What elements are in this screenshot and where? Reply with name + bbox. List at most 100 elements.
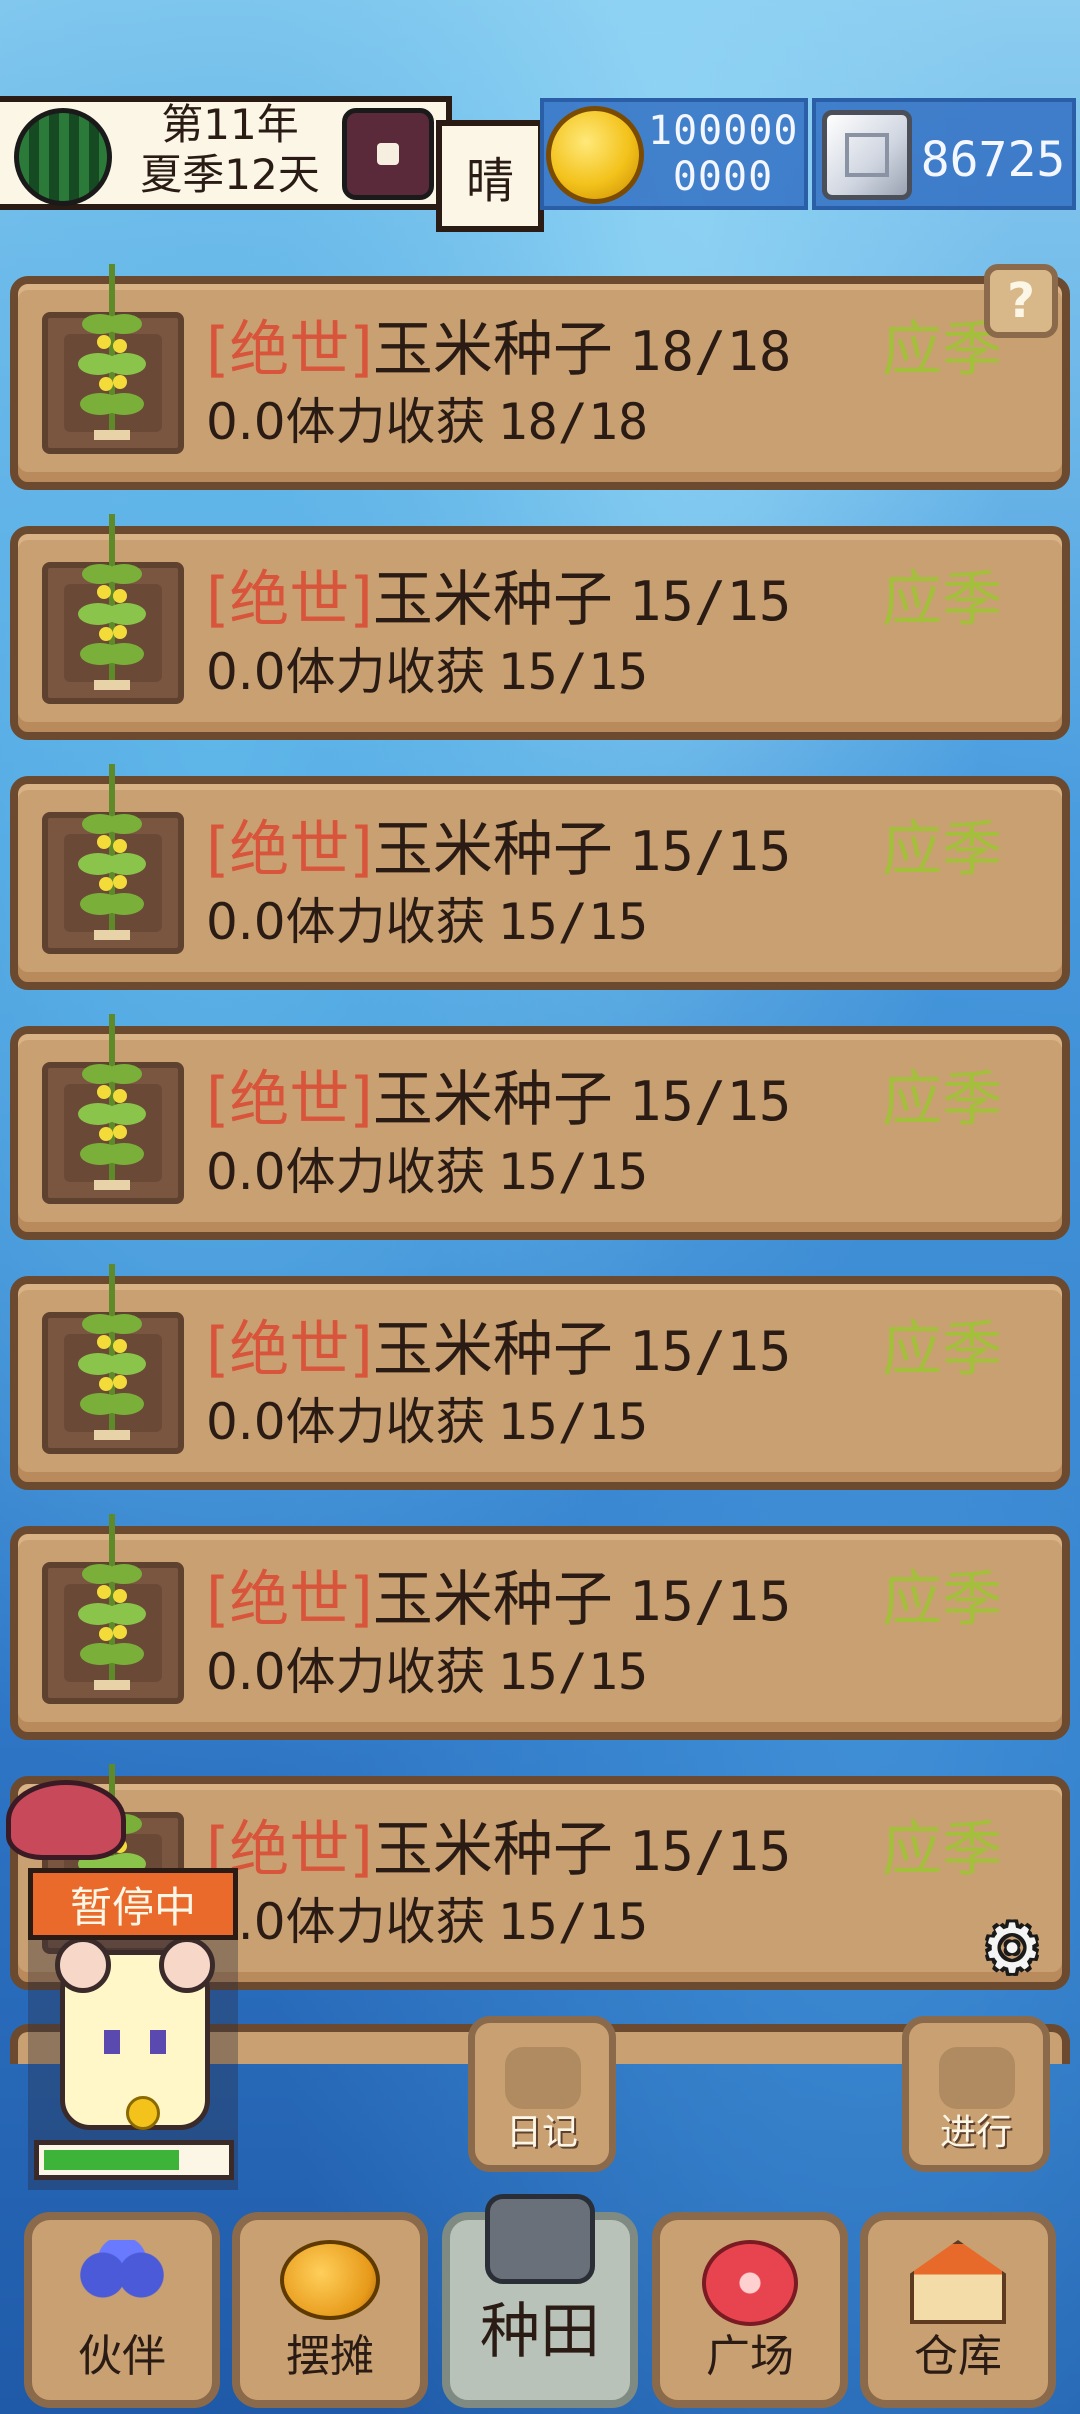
season-tag: 应季 bbox=[882, 1815, 1002, 1885]
corn-plant-icon bbox=[78, 264, 146, 440]
rarity-tag: [绝世] bbox=[206, 565, 373, 635]
harvest-info: 0.0体力收获 15/15 bbox=[206, 1640, 648, 1704]
crop-name: 玉米种子 bbox=[372, 815, 613, 885]
weather-label: 晴 bbox=[436, 120, 544, 232]
harvest-cost: 0.0体力收获 bbox=[206, 1893, 486, 1951]
harvest-count: 18/18 bbox=[497, 393, 649, 451]
coin-icon bbox=[546, 106, 644, 204]
crop-title: [绝世]玉米种子 15/15 bbox=[206, 1062, 791, 1140]
harvest-count: 15/15 bbox=[497, 893, 649, 951]
bell-icon bbox=[126, 2096, 160, 2130]
crop-card[interactable]: [绝世]玉米种子 15/15 应季 0.0体力收获 15/15 bbox=[10, 1014, 1070, 1240]
rarity-tag: [绝世] bbox=[206, 1065, 373, 1135]
date-display: 第11年 夏季12天 bbox=[120, 100, 340, 200]
fast-forward-icon bbox=[939, 2047, 1015, 2109]
crop-count: 15/15 bbox=[628, 1320, 792, 1383]
rarity-tag: [绝世] bbox=[206, 315, 373, 385]
season-tag: 应季 bbox=[882, 1065, 1002, 1135]
harvest-count: 15/15 bbox=[497, 1643, 649, 1701]
crop-card[interactable]: [绝世]玉米种子 15/15 应季 0.0体力收获 15/15 bbox=[10, 764, 1070, 990]
harvest-info: 0.0体力收获 15/15 bbox=[206, 1140, 648, 1204]
crop-count: 15/15 bbox=[628, 1820, 792, 1883]
nav-stall[interactable]: 摆摊 bbox=[232, 2212, 428, 2408]
crop-name: 玉米种子 bbox=[372, 1565, 613, 1635]
nav-storage-label: 仓库 bbox=[914, 2331, 1002, 2382]
watering-can-icon bbox=[485, 2194, 595, 2284]
crab-icon bbox=[6, 1780, 126, 1860]
rarity-tag: [绝世] bbox=[206, 1565, 373, 1635]
crop-title: [绝世]玉米种子 15/15 bbox=[206, 1562, 791, 1640]
crop-card[interactable]: [绝世]玉米种子 15/15 应季 0.0体力收获 15/15 bbox=[10, 514, 1070, 740]
nav-plaza-label: 广场 bbox=[706, 2331, 794, 2382]
season-tag: 应季 bbox=[882, 565, 1002, 635]
coin-amount-line2: 0000 bbox=[672, 154, 774, 200]
watermelon-icon bbox=[14, 108, 112, 206]
harvest-info: 0.0体力收获 18/18 bbox=[206, 390, 648, 454]
nav-partner-label: 伙伴 bbox=[78, 2331, 166, 2382]
harvest-count: 15/15 bbox=[497, 1143, 649, 1201]
crop-count: 18/18 bbox=[628, 320, 792, 383]
crop-name: 玉米种子 bbox=[372, 1065, 613, 1135]
nav-plaza[interactable]: 广场 bbox=[652, 2212, 848, 2408]
time-of-day-icon bbox=[342, 108, 434, 200]
crop-title: [绝世]玉米种子 15/15 bbox=[206, 812, 791, 890]
speech-bubble-icon bbox=[505, 2047, 581, 2109]
harvest-count: 15/15 bbox=[497, 643, 649, 701]
pause-status-badge: 暂停中 bbox=[28, 1868, 238, 1940]
harvest-info: 0.0体力收获 15/15 bbox=[206, 1890, 648, 1954]
corn-plant-icon bbox=[78, 514, 146, 690]
harvest-cost: 0.0体力收获 bbox=[206, 1393, 486, 1451]
nav-storage[interactable]: 仓库 bbox=[860, 2212, 1056, 2408]
crop-title: [绝世]玉米种子 15/15 bbox=[206, 1312, 791, 1390]
rarity-tag: [绝世] bbox=[206, 815, 373, 885]
crop-count: 15/15 bbox=[628, 1070, 792, 1133]
partner-icon bbox=[74, 2240, 170, 2310]
proceed-button[interactable]: 进行 bbox=[902, 2016, 1050, 2172]
diary-button[interactable]: 日记 bbox=[468, 2016, 616, 2172]
corn-plant-icon bbox=[78, 1514, 146, 1690]
corn-plant-icon bbox=[78, 764, 146, 940]
crop-title: [绝世]玉米种子 15/15 bbox=[206, 1812, 791, 1890]
year-label: 第11年 bbox=[161, 100, 299, 149]
proceed-label: 进行 bbox=[939, 2112, 1012, 2153]
harvest-cost: 0.0体力收获 bbox=[206, 1143, 486, 1201]
pet-eye bbox=[104, 2030, 120, 2054]
season-tag: 应季 bbox=[882, 1315, 1002, 1385]
gear-icon: ⚙ bbox=[986, 1895, 1038, 1993]
crop-card[interactable]: [绝世]玉米种子 15/15 应季 0.0体力收获 15/15 bbox=[10, 1514, 1070, 1740]
pet-eye bbox=[150, 2030, 166, 2054]
harvest-cost: 0.0体力收获 bbox=[206, 643, 486, 701]
crop-title: [绝世]玉米种子 18/18 bbox=[206, 312, 791, 390]
help-button[interactable]: ? bbox=[984, 264, 1058, 338]
diary-label: 日记 bbox=[505, 2112, 578, 2153]
crop-name: 玉米种子 bbox=[372, 315, 613, 385]
corn-plant-icon bbox=[78, 1264, 146, 1440]
crop-name: 玉米种子 bbox=[372, 1315, 613, 1385]
silver-block-icon bbox=[822, 110, 912, 200]
nav-partner[interactable]: 伙伴 bbox=[24, 2212, 220, 2408]
crop-title: [绝世]玉米种子 15/15 bbox=[206, 562, 791, 640]
crop-count: 15/15 bbox=[628, 1570, 792, 1633]
crop-name: 玉米种子 bbox=[372, 1815, 613, 1885]
gem-amount: 86725 bbox=[920, 132, 1066, 188]
rarity-tag: [绝世] bbox=[206, 1315, 373, 1385]
harvest-cost: 0.0体力收获 bbox=[206, 1643, 486, 1701]
corn-plant-icon bbox=[78, 1014, 146, 1190]
harvest-count: 15/15 bbox=[497, 1893, 649, 1951]
nav-farm[interactable]: 种田 bbox=[442, 2194, 638, 2408]
coin-amount-line1: 100000 bbox=[648, 108, 799, 154]
nav-stall-label: 摆摊 bbox=[286, 2331, 374, 2382]
season-tag: 应季 bbox=[882, 1565, 1002, 1635]
settings-button[interactable]: ⚙ bbox=[964, 1895, 1060, 1993]
season-tag: 应季 bbox=[882, 815, 1002, 885]
crop-card[interactable]: [绝世]玉米种子 15/15 应季 0.0体力收获 15/15 bbox=[10, 1264, 1070, 1490]
flower-icon bbox=[702, 2240, 798, 2326]
crop-card[interactable]: [绝世]玉米种子 18/18 应季 0.0体力收获 18/18 bbox=[10, 264, 1070, 490]
stall-coins-icon bbox=[280, 2240, 380, 2320]
house-icon bbox=[910, 2240, 1006, 2324]
harvest-info: 0.0体力收获 15/15 bbox=[206, 890, 648, 954]
crop-name: 玉米种子 bbox=[372, 565, 613, 635]
nav-farm-label: 种田 bbox=[480, 2297, 600, 2367]
season-day-label: 夏季12天 bbox=[140, 150, 320, 199]
harvest-cost: 0.0体力收获 bbox=[206, 393, 486, 451]
